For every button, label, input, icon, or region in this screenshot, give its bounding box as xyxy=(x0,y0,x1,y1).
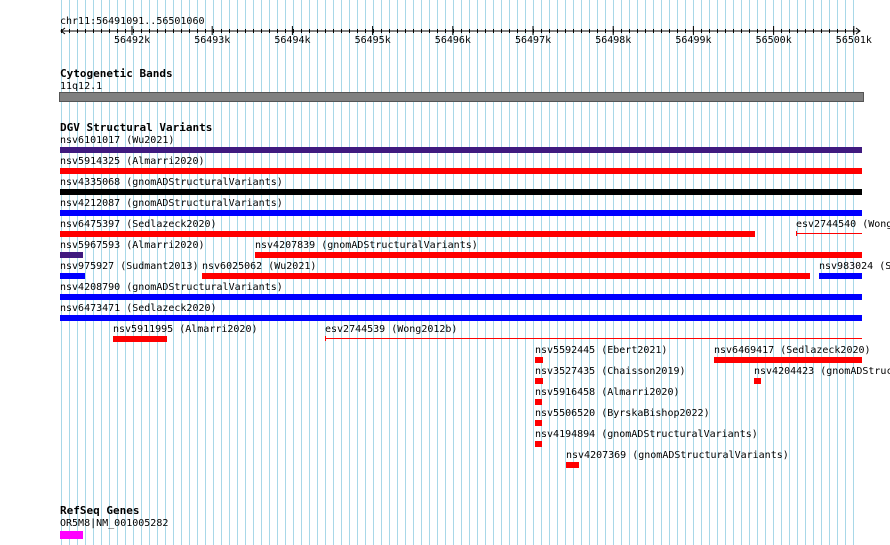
dgv-track-title[interactable]: DGV Structural Variants xyxy=(60,122,212,134)
variant-label: nsv4335068 (gnomADStructuralVariants) xyxy=(60,177,283,188)
variant-label: nsv5916458 (Almarri2020) xyxy=(535,387,680,398)
ruler-tick-label: 56495k xyxy=(354,35,391,46)
variant-bar[interactable] xyxy=(535,378,543,384)
variant-bar-end xyxy=(796,231,797,236)
variant-label: nsv5911995 (Almarri2020) xyxy=(113,324,258,335)
ruler-tick-label: 56497k xyxy=(515,35,552,46)
ruler-tick-label: 56494k xyxy=(274,35,311,46)
variant-bar[interactable] xyxy=(60,273,85,279)
ruler-tick-label: 56493k xyxy=(194,35,231,46)
variant-label: nsv5967593 (Almarri2020) xyxy=(60,240,205,251)
variant-label: nsv3527435 (Chaisson2019) xyxy=(535,366,686,377)
variant-label: nsv5914325 (Almarri2020) xyxy=(60,156,205,167)
cytoband-track-title[interactable]: Cytogenetic Bands xyxy=(60,68,173,80)
variant-bar[interactable] xyxy=(60,189,862,195)
variant-bar[interactable] xyxy=(60,168,862,174)
gene-label: OR5M8|NM_001005282 xyxy=(60,518,169,529)
variant-label: nsv4208790 (gnomADStructuralVariants) xyxy=(60,282,283,293)
ruler-tick-label: 56496k xyxy=(434,35,471,46)
variant-bar[interactable] xyxy=(566,462,579,468)
gene-bar[interactable] xyxy=(60,531,83,539)
variant-label: nsv4207839 (gnomADStructuralVariants) xyxy=(255,240,478,251)
variant-bar-end xyxy=(325,336,326,341)
variant-label: nsv6101017 (Wu2021) xyxy=(60,135,175,146)
variant-bar[interactable] xyxy=(535,399,542,405)
variant-label: nsv6025062 (Wu2021) xyxy=(202,261,317,272)
variant-label: nsv975927 (Sudmant2013) xyxy=(60,261,199,272)
variant-bar[interactable] xyxy=(535,441,542,447)
variant-label: nsv4207369 (gnomADStructuralVariants) xyxy=(566,450,789,461)
variant-bar[interactable] xyxy=(60,252,83,258)
variant-label: nsv6475397 (Sedlazeck2020) xyxy=(60,219,217,230)
variant-bar[interactable] xyxy=(202,273,810,279)
variant-bar[interactable] xyxy=(60,231,755,237)
variant-label: nsv983024 (S xyxy=(819,261,890,272)
variant-bar[interactable] xyxy=(796,233,862,234)
ruler-tick-label: 56492k xyxy=(114,35,151,46)
variant-bar[interactable] xyxy=(535,420,542,426)
variant-bar[interactable] xyxy=(255,252,862,258)
variant-label: nsv4212087 (gnomADStructuralVariants) xyxy=(60,198,283,209)
variant-bar[interactable] xyxy=(754,378,761,384)
variant-bar[interactable] xyxy=(60,315,862,321)
ruler-tick-label: 56498k xyxy=(595,35,632,46)
variant-label: nsv6473471 (Sedlazeck2020) xyxy=(60,303,217,314)
variant-bar[interactable] xyxy=(325,338,862,339)
variant-label: esv2744540 (Wong xyxy=(796,219,890,230)
variant-bar[interactable] xyxy=(60,147,862,153)
variant-label: nsv4194894 (gnomADStructuralVariants) xyxy=(535,429,758,440)
variant-bar[interactable] xyxy=(714,357,862,363)
ruler-tick-label: 56500k xyxy=(755,35,792,46)
variant-label: esv2744539 (Wong2012b) xyxy=(325,324,458,335)
variant-label: nsv5592445 (Ebert2021) xyxy=(535,345,668,356)
variant-label: nsv5506520 (ByrskaBishop2022) xyxy=(535,408,710,419)
variant-label: nsv4204423 (gnomADStruc xyxy=(754,366,890,377)
variant-bar[interactable] xyxy=(819,273,862,279)
variant-bar[interactable] xyxy=(60,210,862,216)
variant-bar[interactable] xyxy=(60,294,862,300)
ruler-tick-label: 56501k xyxy=(835,35,872,46)
variant-label: nsv6469417 (Sedlazeck2020) xyxy=(714,345,871,356)
cytoband-bar[interactable] xyxy=(59,92,864,102)
cytoband-label: 11q12.1 xyxy=(60,81,103,92)
variant-bar[interactable] xyxy=(535,357,543,363)
ruler-tick-label: 56499k xyxy=(675,35,712,46)
refseq-track-title[interactable]: RefSeq Genes xyxy=(60,505,139,517)
variant-bar[interactable] xyxy=(113,336,167,342)
